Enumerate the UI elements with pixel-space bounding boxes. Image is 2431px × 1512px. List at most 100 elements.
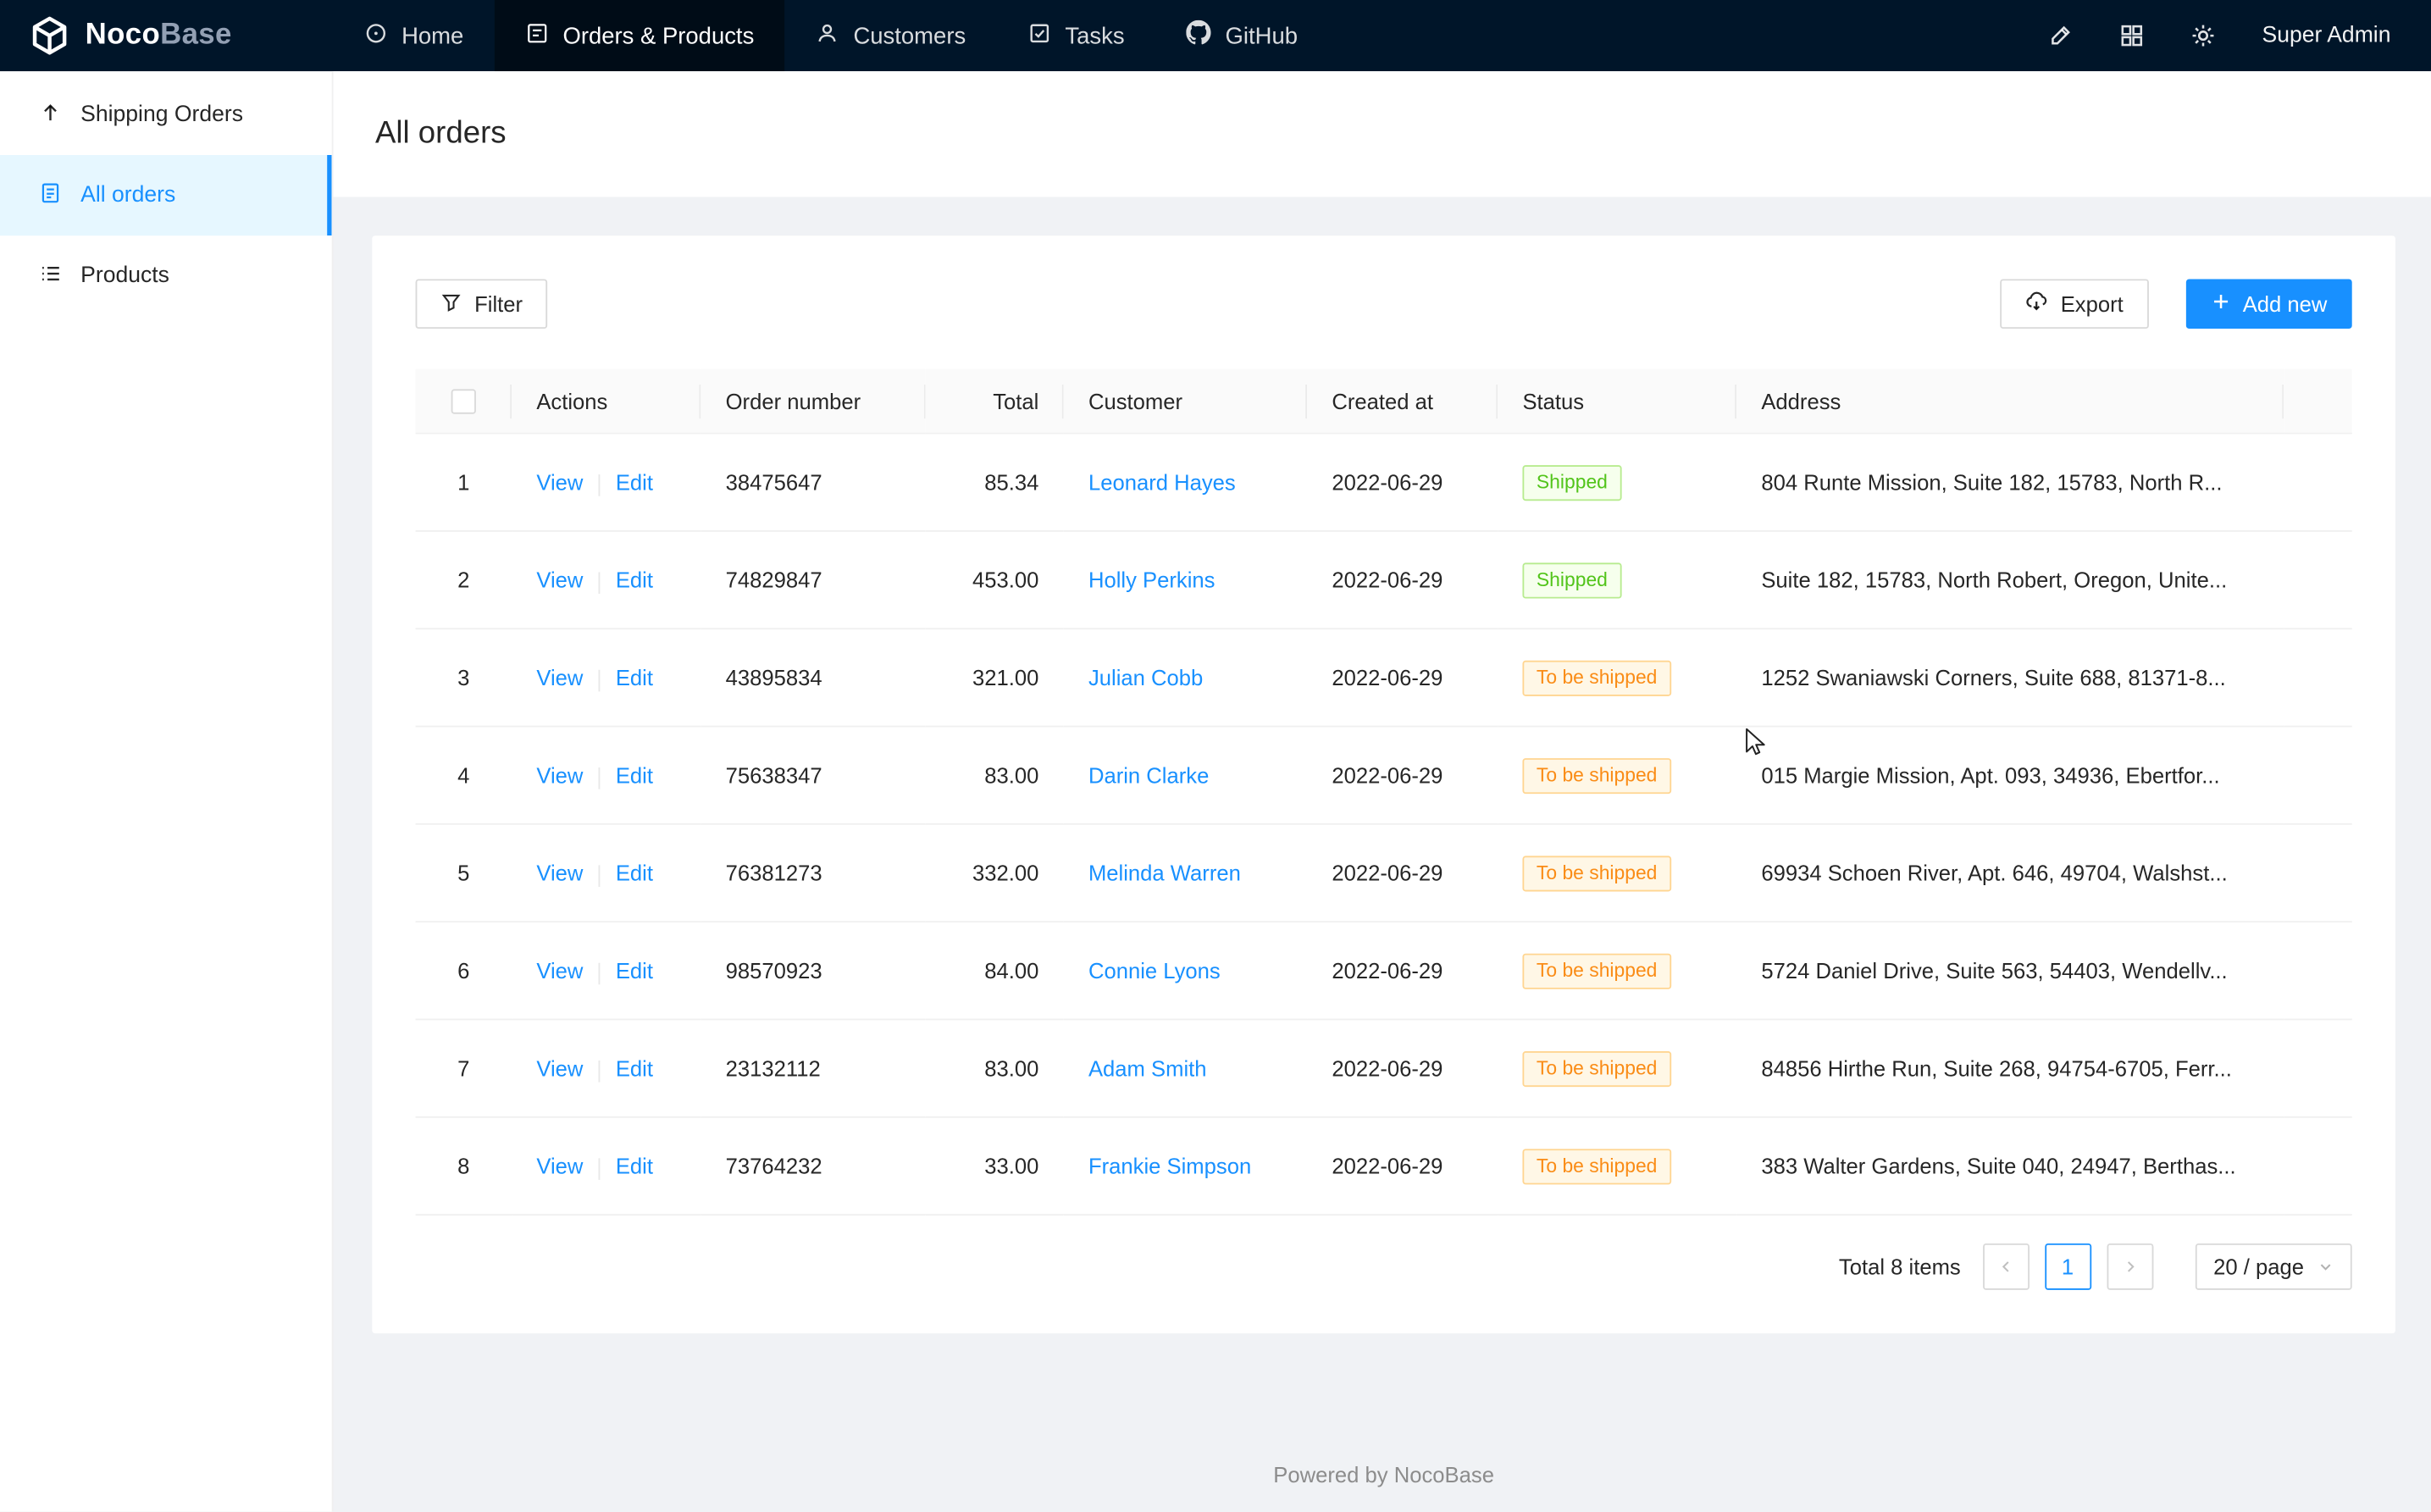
nav-item-label: GitHub [1226, 23, 1298, 49]
edit-link[interactable]: Edit [616, 470, 653, 495]
highlighter-icon[interactable] [2048, 23, 2073, 47]
edit-link[interactable]: Edit [616, 568, 653, 592]
view-link[interactable]: View [536, 1056, 583, 1081]
spacer-cell [2284, 1020, 2352, 1117]
row-actions-cell: View Edit [512, 1117, 701, 1215]
row-index: 6 [416, 922, 512, 1020]
sidebar-item-all-orders[interactable]: All orders [0, 155, 332, 235]
customer-cell: Julian Cobb [1064, 629, 1307, 727]
order-number-cell: 74829847 [701, 531, 925, 629]
total-cell: 84.00 [926, 922, 1064, 1020]
file-icon [39, 180, 62, 210]
export-button[interactable]: Export [2000, 279, 2148, 329]
total-cell: 83.00 [926, 1020, 1064, 1117]
total-cell: 85.34 [926, 434, 1064, 531]
edit-link[interactable]: Edit [616, 763, 653, 788]
total-cell: 321.00 [926, 629, 1064, 727]
customer-cell: Holly Perkins [1064, 531, 1307, 629]
brand-name: NocoBase [86, 19, 232, 53]
nocobase-logo-icon [30, 15, 70, 56]
status-cell: To be shipped [1498, 824, 1736, 922]
customer-link[interactable]: Frankie Simpson [1088, 1154, 1251, 1178]
action-divider [599, 669, 601, 691]
status-cell: Shipped [1498, 531, 1736, 629]
view-link[interactable]: View [536, 568, 583, 592]
nav-item-customers[interactable]: Customers [785, 0, 997, 71]
customer-link[interactable]: Darin Clarke [1088, 763, 1209, 788]
total-cell: 83.00 [926, 727, 1064, 824]
customer-cell: Adam Smith [1064, 1020, 1307, 1117]
created-at-cell: 2022-06-29 [1307, 434, 1498, 531]
row-index: 4 [416, 727, 512, 824]
address-cell: Suite 182, 15783, North Robert, Oregon, … [1736, 531, 2284, 629]
chevron-down-icon [2317, 1254, 2333, 1279]
customer-link[interactable]: Julian Cobb [1088, 666, 1203, 690]
page-size-select[interactable]: 20 / page [2195, 1244, 2352, 1291]
next-page-button[interactable] [2107, 1244, 2153, 1291]
spacer-cell [2284, 727, 2352, 824]
edit-link[interactable]: Edit [616, 1056, 653, 1081]
view-link[interactable]: View [536, 1154, 583, 1178]
app-screen: NocoBase Home Orders & Products Customer… [0, 0, 2431, 1512]
sidebar-item-shipping-orders[interactable]: Shipping Orders [0, 75, 332, 155]
top-navbar: NocoBase Home Orders & Products Customer… [0, 0, 2431, 71]
nav-item-tasks[interactable]: Tasks [997, 0, 1155, 71]
row-actions-cell: View Edit [512, 629, 701, 727]
customer-link[interactable]: Adam Smith [1088, 1056, 1207, 1081]
user-menu[interactable]: Super Admin [2262, 23, 2390, 47]
order-number-cell: 73764232 [701, 1117, 925, 1215]
table-row: 7ViewEdit2313211283.00Adam Smith2022-06-… [416, 1020, 2352, 1117]
select-all-checkbox[interactable] [451, 390, 476, 414]
address-cell: 015 Margie Mission, Apt. 093, 34936, Ebe… [1736, 727, 2284, 824]
main-area: All orders Filter [334, 71, 2431, 1511]
blocks-icon[interactable] [2119, 23, 2144, 47]
customer-link[interactable]: Leonard Hayes [1088, 470, 1236, 495]
pagination: Total 8 items 1 20 / page [416, 1244, 2352, 1291]
row-index: 7 [416, 1020, 512, 1117]
edit-link[interactable]: Edit [616, 1154, 653, 1178]
total-cell: 332.00 [926, 824, 1064, 922]
action-divider [599, 1060, 601, 1082]
edit-link[interactable]: Edit [616, 861, 653, 885]
edit-link[interactable]: Edit [616, 666, 653, 690]
customer-link[interactable]: Melinda Warren [1088, 861, 1241, 885]
order-number-cell: 38475647 [701, 434, 925, 531]
order-number-cell: 75638347 [701, 727, 925, 824]
row-index: 3 [416, 629, 512, 727]
page-title: All orders [375, 110, 2394, 157]
export-cloud-icon [2025, 290, 2048, 318]
view-link[interactable]: View [536, 763, 583, 788]
view-link[interactable]: View [536, 666, 583, 690]
view-link[interactable]: View [536, 861, 583, 885]
view-link[interactable]: View [536, 959, 583, 983]
brand[interactable]: NocoBase [0, 0, 334, 71]
nav-item-github[interactable]: GitHub [1155, 0, 1328, 71]
prev-page-button[interactable] [1982, 1244, 2029, 1291]
view-link[interactable]: View [536, 470, 583, 495]
brand-part2: Base [160, 19, 232, 51]
page-number-1[interactable]: 1 [2045, 1244, 2091, 1291]
sidebar-item-products[interactable]: Products [0, 235, 332, 316]
list-icon [39, 261, 62, 291]
customers-icon [817, 21, 839, 51]
navbar-right: Super Admin [2048, 0, 2431, 71]
export-button-label: Export [2061, 291, 2124, 316]
status-badge: To be shipped [1522, 856, 1670, 892]
gear-icon[interactable] [2190, 23, 2215, 47]
row-index: 2 [416, 531, 512, 629]
customer-link[interactable]: Connie Lyons [1088, 959, 1221, 983]
address-cell: 804 Runte Mission, Suite 182, 15783, Nor… [1736, 434, 2284, 531]
add-new-button[interactable]: Add new [2185, 279, 2352, 329]
customer-link[interactable]: Holly Perkins [1088, 568, 1216, 592]
table-row: 5ViewEdit76381273332.00Melinda Warren202… [416, 824, 2352, 922]
tasks-icon [1027, 21, 1050, 51]
spacer-cell [2284, 531, 2352, 629]
order-number-cell: 43895834 [701, 629, 925, 727]
nav-item-orders-products[interactable]: Orders & Products [495, 0, 785, 71]
nav-item-label: Home [401, 23, 463, 49]
row-actions-cell: View Edit [512, 1020, 701, 1117]
edit-link[interactable]: Edit [616, 959, 653, 983]
status-cell: To be shipped [1498, 1020, 1736, 1117]
nav-item-home[interactable]: Home [334, 0, 495, 71]
filter-button[interactable]: Filter [416, 279, 548, 329]
